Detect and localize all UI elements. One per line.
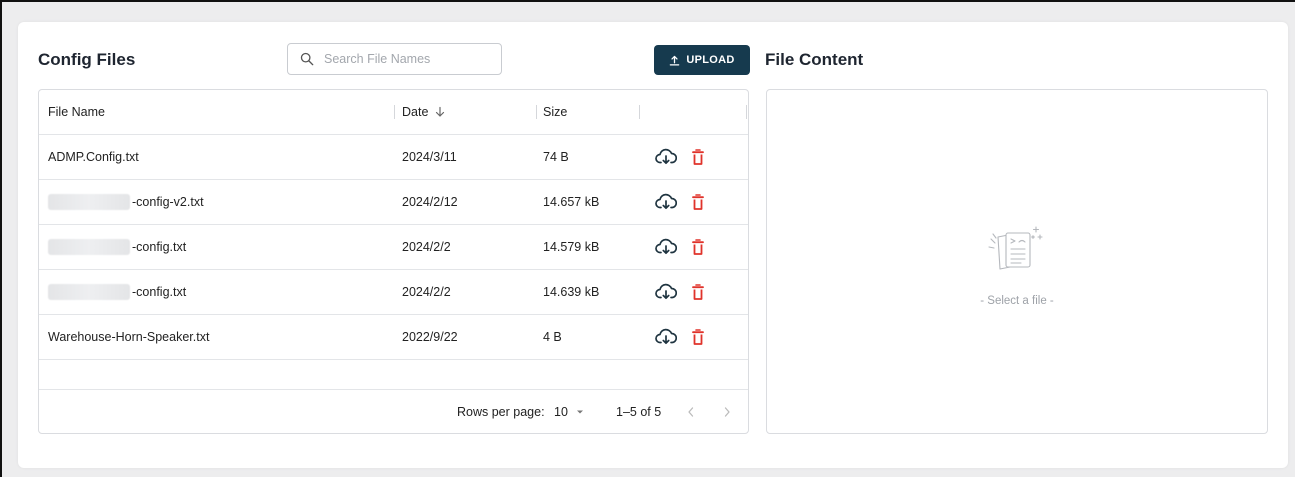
column-separator xyxy=(394,105,395,119)
upload-label: UPLOAD xyxy=(686,54,735,66)
table-row[interactable]: -config-v2.txt 2024/2/12 14.657 kB xyxy=(39,180,748,225)
chevron-left-icon xyxy=(688,407,694,417)
file-name: -config-v2.txt xyxy=(132,195,204,209)
cloud-download-icon xyxy=(655,238,677,255)
empty-state-text: - Select a file - xyxy=(980,295,1054,307)
rows-per-page-select[interactable]: 10 xyxy=(554,390,585,433)
delete-button[interactable] xyxy=(692,193,704,211)
file-date: 2024/2/2 xyxy=(402,285,451,299)
config-files-title: Config Files xyxy=(38,50,136,69)
search-icon xyxy=(300,52,314,66)
table-row[interactable]: -config.txt 2024/2/2 14.639 kB xyxy=(39,270,748,315)
search-box[interactable] xyxy=(287,43,502,75)
config-panel: Config Files UPLOAD File Content File Na… xyxy=(18,22,1288,468)
file-name-cell: Warehouse-Horn-Speaker.txt xyxy=(48,315,209,359)
caret-down-icon xyxy=(576,410,583,414)
rows-per-page-label: Rows per page: xyxy=(457,405,545,419)
file-content-title: File Content xyxy=(765,50,864,69)
upload-button[interactable]: UPLOAD xyxy=(654,45,750,75)
empty-document-icon xyxy=(988,226,1043,270)
delete-button[interactable] xyxy=(692,283,704,301)
arrow-down-icon xyxy=(436,106,445,117)
rows-per-page-value: 10 xyxy=(554,405,568,419)
column-header-date-label: Date xyxy=(402,105,429,119)
file-name-cell: ADMP.Config.txt xyxy=(48,135,139,179)
cloud-download-icon xyxy=(655,283,677,300)
file-size: 14.579 kB xyxy=(543,240,600,254)
download-button[interactable] xyxy=(655,193,677,211)
column-separator xyxy=(639,105,640,119)
file-date: 2024/2/2 xyxy=(402,240,451,254)
file-size: 4 B xyxy=(543,330,562,344)
file-size: 14.657 kB xyxy=(543,195,600,209)
file-name: -config.txt xyxy=(132,240,187,254)
table-row[interactable]: ADMP.Config.txt 2024/3/11 74 B xyxy=(39,135,748,180)
actions-cell xyxy=(655,225,704,269)
actions-cell xyxy=(655,180,704,224)
search-input[interactable] xyxy=(324,52,484,66)
file-name: Warehouse-Horn-Speaker.txt xyxy=(48,330,210,344)
table-header-row: File Name Date Size xyxy=(39,90,748,135)
column-header-size[interactable]: Size xyxy=(543,90,567,134)
pagination-range: 1–5 of 5 xyxy=(616,405,662,419)
table-row[interactable]: Warehouse-Horn-Speaker.txt 2022/9/22 4 B xyxy=(39,315,748,360)
cloud-download-icon xyxy=(655,193,677,210)
file-date: 2024/2/12 xyxy=(402,195,458,209)
table-pagination: Rows per page: 10 1–5 of 5 xyxy=(39,389,748,433)
redacted-text xyxy=(48,239,130,255)
download-button[interactable] xyxy=(655,283,677,301)
cloud-download-icon xyxy=(655,148,677,165)
column-separator xyxy=(536,105,537,119)
delete-button[interactable] xyxy=(692,328,704,346)
delete-button[interactable] xyxy=(692,148,704,166)
trash-icon xyxy=(692,148,704,165)
cloud-download-icon xyxy=(655,328,677,345)
file-content-viewer: - Select a file - xyxy=(766,89,1268,434)
table-row[interactable]: -config.txt 2024/2/2 14.579 kB xyxy=(39,225,748,270)
trash-icon xyxy=(692,238,704,255)
file-name-cell: -config.txt xyxy=(48,225,186,269)
file-date: 2024/3/11 xyxy=(402,150,457,164)
column-header-date[interactable]: Date xyxy=(402,90,446,134)
download-button[interactable] xyxy=(655,148,677,166)
trash-icon xyxy=(692,328,704,345)
file-name: ADMP.Config.txt xyxy=(48,150,139,164)
actions-cell xyxy=(655,270,704,314)
download-button[interactable] xyxy=(655,328,677,346)
file-size: 14.639 kB xyxy=(543,285,600,299)
file-size: 74 B xyxy=(543,150,569,164)
file-name: -config.txt xyxy=(132,285,187,299)
next-page-button[interactable] xyxy=(722,390,732,433)
redacted-text xyxy=(48,194,130,210)
file-name-cell: -config-v2.txt xyxy=(48,180,204,224)
download-button[interactable] xyxy=(655,238,677,256)
column-header-name[interactable]: File Name xyxy=(48,90,105,134)
trash-icon xyxy=(692,193,704,210)
column-separator xyxy=(746,105,747,119)
file-date: 2022/9/22 xyxy=(402,330,458,344)
actions-cell xyxy=(655,135,704,179)
file-name-cell: -config.txt xyxy=(48,270,186,314)
delete-button[interactable] xyxy=(692,238,704,256)
redacted-text xyxy=(48,284,130,300)
previous-page-button[interactable] xyxy=(686,390,696,433)
upload-icon xyxy=(670,55,680,66)
actions-cell xyxy=(655,315,704,359)
trash-icon xyxy=(692,283,704,300)
chevron-right-icon xyxy=(724,407,730,417)
config-files-table: File Name Date Size ADMP.Config.txt 2024… xyxy=(38,89,749,434)
